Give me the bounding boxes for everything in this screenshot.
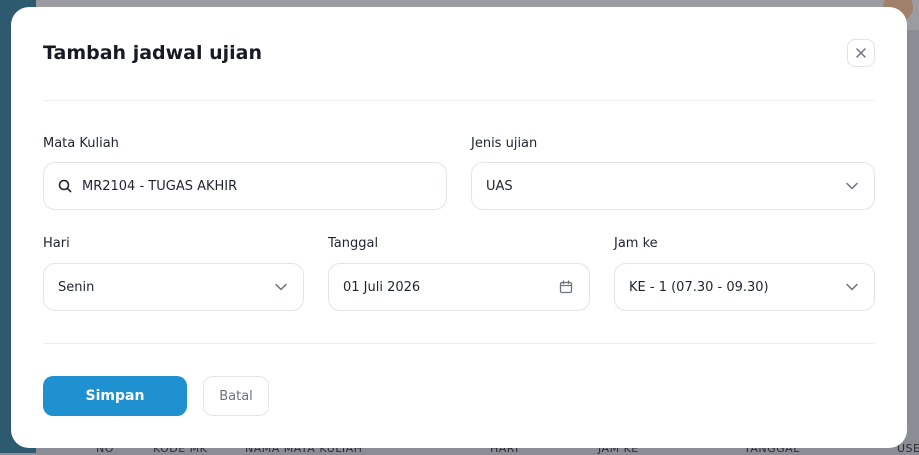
mata-kuliah-label: Mata Kuliah — [43, 136, 119, 151]
add-exam-schedule-modal: Tambah jadwal ujian Mata Kuliah MR2104 -… — [11, 7, 907, 448]
save-button[interactable]: Simpan — [43, 376, 187, 416]
jam-ke-value: KE - 1 (07.30 - 09.30) — [629, 279, 769, 295]
header-divider — [43, 100, 875, 101]
chevron-down-icon — [846, 283, 858, 291]
cancel-button[interactable]: Batal — [203, 376, 269, 416]
jenis-ujian-select[interactable]: UAS — [471, 162, 875, 210]
chevron-down-icon — [275, 283, 287, 291]
jenis-ujian-value: UAS — [486, 178, 513, 194]
jam-ke-label: Jam ke — [614, 236, 658, 251]
close-icon — [855, 47, 867, 59]
jam-ke-select[interactable]: KE - 1 (07.30 - 09.30) — [614, 263, 875, 311]
hari-label: Hari — [43, 236, 70, 251]
mata-kuliah-value: MR2104 - TUGAS AKHIR — [82, 178, 238, 194]
search-icon — [58, 179, 72, 193]
hari-select[interactable]: Senin — [43, 263, 304, 311]
footer-divider — [43, 343, 875, 344]
mata-kuliah-search-input[interactable]: MR2104 - TUGAS AKHIR — [43, 162, 447, 210]
tanggal-label: Tanggal — [328, 236, 379, 251]
chevron-down-icon — [846, 182, 858, 190]
tanggal-date-input[interactable]: 01 Juli 2026 — [328, 263, 590, 311]
calendar-icon[interactable] — [559, 280, 573, 294]
hari-value: Senin — [58, 279, 95, 295]
modal-title: Tambah jadwal ujian — [43, 42, 263, 64]
close-button[interactable] — [847, 39, 875, 67]
jenis-ujian-label: Jenis ujian — [471, 136, 538, 151]
tanggal-value: 01 Juli 2026 — [343, 279, 421, 295]
